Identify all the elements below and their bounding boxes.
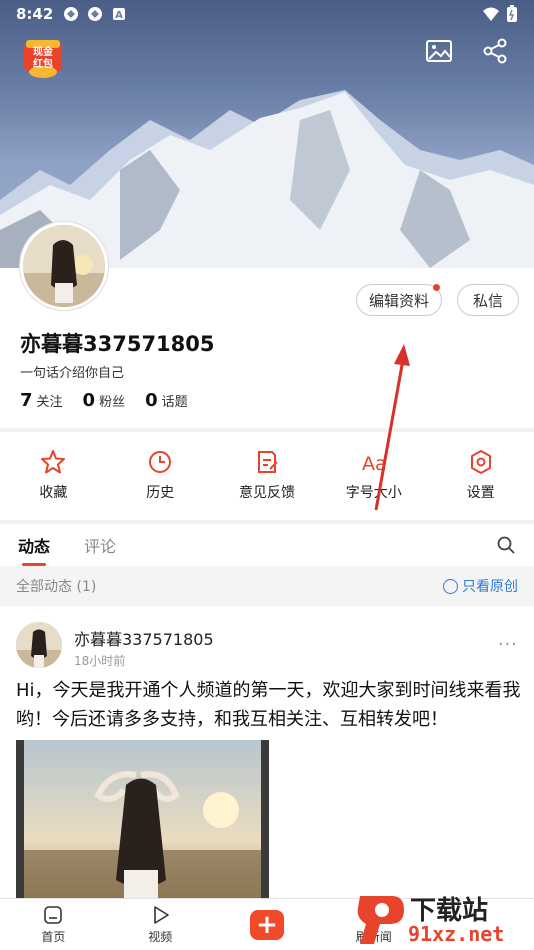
edit-note-icon bbox=[257, 451, 278, 473]
edit-profile-label: 编辑资料 bbox=[368, 291, 429, 310]
stat-topics[interactable]: 0 话题 bbox=[145, 390, 188, 411]
play-icon bbox=[154, 906, 169, 924]
tool-feedback[interactable]: 意见反馈 bbox=[214, 432, 321, 520]
tool-history-label: 历史 bbox=[146, 485, 175, 501]
plus-icon: + bbox=[249, 909, 284, 940]
edit-profile-badge bbox=[433, 284, 440, 291]
svg-text:红包: 红包 bbox=[33, 57, 53, 70]
status-bar: 8:42 A bbox=[0, 0, 534, 28]
tool-favorites[interactable]: 收藏 bbox=[0, 432, 107, 520]
clock-icon bbox=[149, 451, 172, 473]
nav-video[interactable]: 视频 bbox=[107, 899, 214, 950]
text-notification-icon: A bbox=[113, 8, 126, 21]
nav-video-label: 视频 bbox=[148, 930, 173, 944]
post-timestamp: 18小时前 bbox=[74, 654, 126, 668]
private-message-label: 私信 bbox=[472, 291, 503, 310]
home-icon bbox=[44, 906, 63, 924]
nav-home-label: 首页 bbox=[41, 930, 66, 944]
annotation-arrow bbox=[374, 344, 410, 511]
tool-favorites-label: 收藏 bbox=[39, 485, 68, 501]
all-activity-count: 全部动态 (1) bbox=[16, 579, 97, 595]
stat-following-value: 7 bbox=[20, 390, 33, 411]
profile-avatar[interactable] bbox=[20, 222, 108, 310]
app-notification-icon bbox=[64, 7, 79, 21]
post-text: Hi，今天是我开通个人频道的第一天，欢迎大家到时间线来看我哟！今后还请多多支持，… bbox=[16, 680, 521, 730]
svg-text:现金: 现金 bbox=[33, 45, 54, 58]
svg-text:A: A bbox=[115, 10, 123, 21]
username: 亦暮暮337571805 bbox=[20, 332, 215, 356]
change-cover-image-icon[interactable] bbox=[424, 36, 454, 66]
app-notification-icon bbox=[88, 7, 103, 21]
wifi-icon bbox=[483, 7, 499, 21]
tool-history[interactable]: 历史 bbox=[107, 432, 214, 520]
original-only-label: 只看原创 bbox=[462, 579, 518, 595]
status-time: 8:42 bbox=[16, 5, 54, 23]
stat-followers[interactable]: 0 粉丝 bbox=[83, 390, 126, 411]
share-icon[interactable] bbox=[480, 36, 510, 66]
post-author-avatar[interactable] bbox=[16, 622, 62, 668]
tools-row: 收藏 历史 意见反馈 Aa 字号大小 设置 bbox=[0, 432, 534, 520]
tool-settings[interactable]: 设置 bbox=[427, 432, 534, 520]
cash-red-packet-button[interactable]: 现金 红包 bbox=[20, 38, 66, 80]
post-author-name[interactable]: 亦暮暮337571805 bbox=[74, 626, 214, 650]
nav-publish[interactable]: + bbox=[214, 899, 321, 950]
original-only-toggle[interactable]: 只看原创 bbox=[443, 576, 518, 596]
site-watermark: 下载站 91xz.net bbox=[352, 888, 532, 950]
stat-following-label: 关注 bbox=[36, 395, 63, 410]
edit-profile-button[interactable]: 编辑资料 bbox=[356, 284, 442, 316]
feed-post[interactable]: 亦暮暮337571805 18小时前 ··· Hi，今天是我开通个人频道的第一天… bbox=[0, 606, 534, 906]
stat-topics-value: 0 bbox=[145, 390, 158, 411]
tool-feedback-label: 意见反馈 bbox=[238, 485, 295, 501]
watermark-logo-icon bbox=[357, 896, 404, 944]
profile-bio[interactable]: 一句话介绍你自己 bbox=[20, 362, 124, 381]
search-icon[interactable] bbox=[496, 535, 516, 555]
more-options-icon[interactable]: ··· bbox=[498, 634, 518, 655]
settings-icon bbox=[470, 450, 491, 474]
stat-followers-value: 0 bbox=[82, 390, 96, 411]
content-tabs: 动态 评论 bbox=[0, 524, 534, 566]
star-icon bbox=[41, 450, 66, 474]
tab-comments[interactable]: 评论 bbox=[84, 524, 116, 566]
stat-topics-label: 话题 bbox=[161, 395, 188, 410]
post-image[interactable] bbox=[16, 740, 269, 906]
tab-activity[interactable]: 动态 bbox=[18, 524, 50, 566]
radio-circle-icon bbox=[443, 578, 458, 594]
activity-filter-bar: 全部动态 (1) 只看原创 bbox=[0, 566, 534, 606]
battery-icon bbox=[507, 5, 517, 22]
watermark-url: 91xz.net bbox=[408, 922, 505, 946]
tool-settings-label: 设置 bbox=[466, 485, 495, 501]
stat-following[interactable]: 7 关注 bbox=[20, 390, 63, 411]
profile-stats: 7 关注 0 粉丝 0 话题 bbox=[20, 390, 188, 411]
nav-home[interactable]: 首页 bbox=[0, 899, 107, 950]
private-message-button[interactable]: 私信 bbox=[457, 284, 519, 316]
stat-followers-label: 粉丝 bbox=[99, 395, 126, 410]
